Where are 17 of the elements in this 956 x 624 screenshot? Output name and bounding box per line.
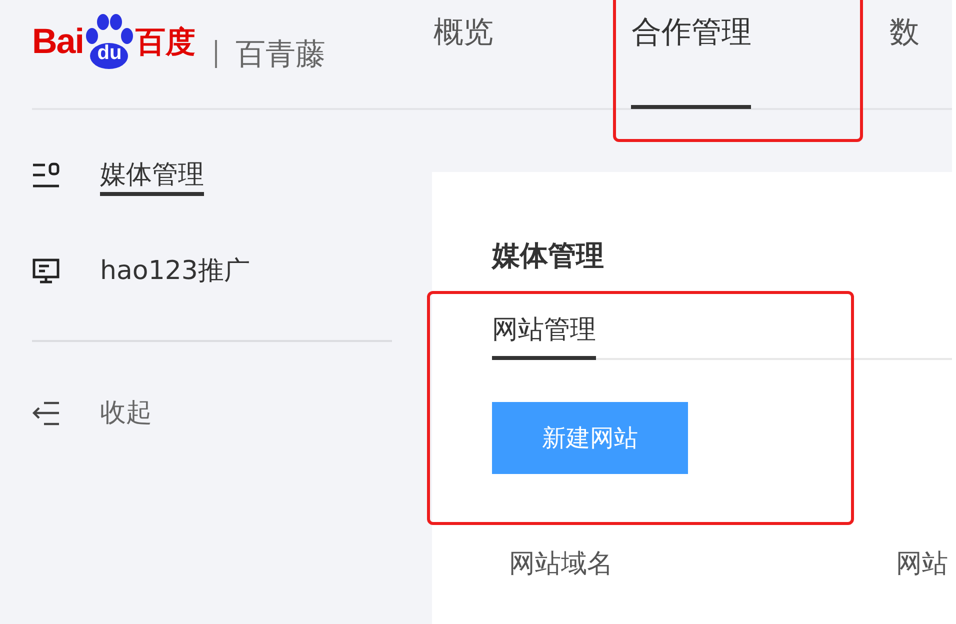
monitor-icon xyxy=(32,258,60,284)
column-header: 网站域名 xyxy=(509,548,613,581)
product-name: 百青藤 xyxy=(235,36,326,74)
paw-logo: du xyxy=(84,14,134,70)
collapse-link[interactable]: 收起 xyxy=(100,392,152,434)
content-tab[interactable]: 网站管理 xyxy=(492,312,596,360)
nav-tab[interactable]: 合作管理 xyxy=(631,0,752,109)
column-header: 网站 xyxy=(896,548,948,581)
nav-tab[interactable]: 数 xyxy=(889,0,920,109)
logo-text: 百度 xyxy=(135,24,196,62)
page-title: 媒体管理 xyxy=(492,238,605,274)
sidebar-item[interactable]: hao123推广 xyxy=(100,250,250,292)
list-icon xyxy=(32,162,60,188)
nav-tab[interactable]: 概览 xyxy=(433,0,494,109)
collapse-icon xyxy=(32,400,60,426)
sidebar-item[interactable]: 媒体管理 xyxy=(100,154,204,196)
logo-text: Bai xyxy=(32,22,84,62)
